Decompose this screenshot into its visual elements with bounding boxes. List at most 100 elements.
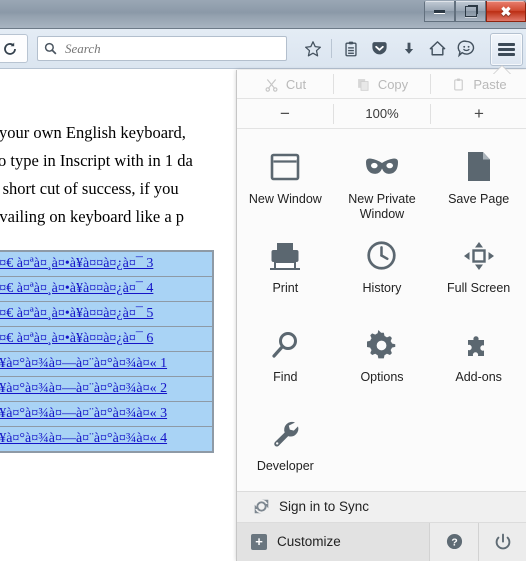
- search-input[interactable]: [63, 39, 280, 58]
- toolbar-icon-group: [299, 35, 480, 62]
- menu-item-label: New Private Window: [348, 191, 416, 221]
- menu-item-label: Options: [360, 369, 404, 384]
- paragraph-line: m your own English keyboard,: [0, 123, 186, 142]
- copy-label: Copy: [377, 76, 409, 92]
- table-row[interactable]: à¥à¤°à¤¾à¤—à¤¨à¤°à¤¾à¤« 2: [0, 376, 214, 402]
- copy-button[interactable]: Copy: [334, 70, 430, 98]
- page-icon: [466, 147, 492, 187]
- cut-button[interactable]: Cut: [237, 70, 333, 98]
- paragraph-line: no short cut of success, if you: [0, 179, 179, 198]
- paste-button[interactable]: Paste: [431, 70, 526, 98]
- menu-item-label: Full Screen: [447, 280, 511, 295]
- menu-item-developer[interactable]: Developer: [237, 402, 334, 491]
- search-icon: [44, 42, 57, 55]
- menu-item-add-ons[interactable]: Add-ons: [430, 313, 526, 402]
- table-link[interactable]: à¥à¤°à¤¾à¤—à¤¨à¤°à¤¾à¤« 1: [0, 356, 167, 371]
- paragraph-line: travailing on keyboard like a p: [0, 207, 185, 226]
- reader-list-icon[interactable]: [337, 35, 364, 62]
- fullscreen-arrows-icon: [463, 236, 495, 276]
- bookmark-star-icon[interactable]: [299, 35, 326, 62]
- close-icon: ✖: [500, 3, 512, 19]
- table-cell[interactable]: à¤€ à¤ªà¤¸à¤•à¥à¤¤à¤¿à¤¯ 4: [0, 276, 214, 302]
- table-link[interactable]: à¥à¤°à¤¾à¤—à¤¨à¤°à¤¾à¤« 2: [0, 381, 167, 396]
- table-cell[interactable]: à¤€ à¤ªà¤¸à¤•à¥à¤¤à¤¿à¤¯ 6: [0, 326, 214, 352]
- power-icon: [495, 533, 511, 550]
- home-icon[interactable]: [424, 35, 451, 62]
- magnifier-icon: [270, 325, 300, 365]
- minimize-icon: [434, 9, 445, 13]
- menu-item-save-page[interactable]: Save Page: [430, 135, 526, 224]
- reload-icon: [4, 42, 16, 55]
- table-cell[interactable]: à¥à¤°à¤¾à¤—à¤¨à¤°à¤¾à¤« 2: [0, 376, 214, 402]
- new-window-icon: [269, 147, 301, 187]
- menu-item-find[interactable]: Find: [237, 313, 334, 402]
- clock-icon: [366, 236, 397, 276]
- gear-icon: [366, 325, 397, 365]
- window-controls: ✖: [424, 0, 526, 22]
- table-link[interactable]: à¥à¤°à¤¾à¤—à¤¨à¤°à¤¾à¤« 3: [0, 406, 167, 421]
- menu-item-grid: New Window New Private Window Save Page: [237, 129, 526, 491]
- customize-label: Customize: [277, 534, 341, 550]
- menu-item-label: Save Page: [448, 191, 510, 206]
- table-cell[interactable]: à¤€ à¤ªà¤¸à¤•à¥à¤¤à¤¿à¤¯ 3: [0, 250, 214, 277]
- pocket-icon[interactable]: [366, 35, 393, 62]
- mask-icon: [364, 147, 400, 187]
- question-mark-icon: ?: [446, 534, 462, 550]
- menu-item-history[interactable]: History: [334, 224, 431, 313]
- table-row[interactable]: à¤€ à¤ªà¤¸à¤•à¥à¤¤à¤¿à¤¯ 5: [0, 301, 214, 327]
- reload-button[interactable]: [0, 34, 28, 63]
- table-cell[interactable]: à¥à¤°à¤¾à¤—à¤¨à¤°à¤¾à¤« 3: [0, 401, 214, 427]
- window-close-button[interactable]: ✖: [486, 1, 526, 22]
- zoom-level-reset-button[interactable]: 100%: [334, 99, 430, 128]
- paragraph-line: e to type in Inscript with in 1 da: [0, 151, 193, 170]
- menu-item-new-window[interactable]: New Window: [237, 135, 334, 224]
- table-cell[interactable]: à¥à¤°à¤¾à¤—à¤¨à¤°à¤¾à¤« 1: [0, 351, 214, 377]
- menu-item-label: Print: [272, 280, 299, 295]
- panel-pointer-arrow: [493, 66, 511, 75]
- scissors-icon: [265, 78, 278, 92]
- table-row[interactable]: à¤€ à¤ªà¤¸à¤•à¥à¤¤à¤¿à¤¯ 4: [0, 276, 214, 302]
- customize-button[interactable]: + Customize: [237, 522, 429, 561]
- table-row[interactable]: à¥à¤°à¤¾à¤—à¤¨à¤°à¤¾à¤« 1: [0, 351, 214, 377]
- paste-label: Paste: [473, 76, 507, 92]
- restore-icon: [464, 5, 477, 17]
- table-row[interactable]: à¤€ à¤ªà¤¸à¤•à¥à¤¤à¤¿à¤¯ 3: [0, 250, 214, 277]
- table-link[interactable]: à¤€ à¤ªà¤¸à¤•à¥à¤¤à¤¿à¤¯ 6: [0, 331, 153, 346]
- table-row[interactable]: à¥à¤°à¤¾à¤—à¤¨à¤°à¤¾à¤« 3: [0, 401, 214, 427]
- window-minimize-button[interactable]: [424, 1, 455, 22]
- cut-label: Cut: [285, 76, 307, 92]
- menu-item-full-screen[interactable]: Full Screen: [430, 224, 526, 313]
- table-link[interactable]: à¤€ à¤ªà¤¸à¤•à¥à¤¤à¤¿à¤¯ 4: [0, 281, 153, 296]
- zoom-in-button[interactable]: +: [431, 99, 526, 128]
- menu-item-options[interactable]: Options: [334, 313, 431, 402]
- table-row[interactable]: à¥à¤°à¤¾à¤—à¤¨à¤°à¤¾à¤« 4: [0, 426, 214, 453]
- puzzle-piece-icon: [464, 325, 494, 365]
- table-cell[interactable]: à¥à¤°à¤¾à¤—à¤¨à¤°à¤¾à¤« 4: [0, 426, 214, 453]
- plus-box-icon: +: [251, 533, 267, 550]
- feedback-smiley-icon[interactable]: [453, 35, 480, 62]
- help-button[interactable]: ?: [429, 522, 478, 561]
- menu-item-print[interactable]: Print: [237, 224, 334, 313]
- quit-button[interactable]: [478, 522, 526, 561]
- table-cell[interactable]: à¤€ à¤ªà¤¸à¤•à¥à¤¤à¤¿à¤¯ 5: [0, 301, 214, 327]
- menu-item-new-private-window[interactable]: New Private Window: [334, 135, 431, 224]
- window-maximize-button[interactable]: [455, 1, 486, 22]
- table-link[interactable]: à¤€ à¤ªà¤¸à¤•à¥à¤¤à¤¿à¤¯ 3: [0, 256, 153, 271]
- panel-footer: + Customize ?: [237, 522, 526, 561]
- table-link[interactable]: à¤€ à¤ªà¤¸à¤•à¥à¤¤à¤¿à¤¯ 5: [0, 306, 153, 321]
- sync-arrows-icon: [254, 500, 269, 514]
- window-title-bar: ✖: [0, 0, 526, 29]
- hamburger-menu-button[interactable]: [490, 33, 523, 66]
- sign-in-to-sync-button[interactable]: Sign in to Sync: [237, 490, 526, 523]
- downloads-icon[interactable]: [395, 35, 422, 62]
- zoom-out-button[interactable]: −: [237, 99, 333, 128]
- search-box[interactable]: [37, 36, 287, 61]
- table-row[interactable]: à¤€ à¤ªà¤¸à¤•à¥à¤¤à¤¿à¤¯ 6: [0, 326, 214, 352]
- wrench-icon: [270, 414, 300, 454]
- table-link[interactable]: à¥à¤°à¤¾à¤—à¤¨à¤°à¤¾à¤« 4: [0, 431, 167, 446]
- menu-item-label: Add-ons: [455, 369, 502, 384]
- menu-item-label: History: [362, 280, 402, 295]
- toolbar-separator: [331, 39, 332, 58]
- hamburger-icon: [498, 41, 515, 58]
- clipboard-icon: [454, 78, 464, 91]
